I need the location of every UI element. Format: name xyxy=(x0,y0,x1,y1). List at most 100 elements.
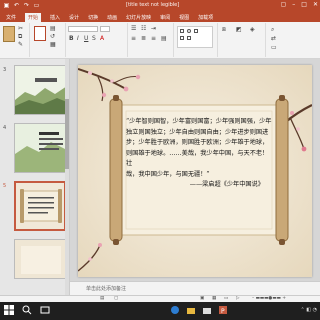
slide-number: 5 xyxy=(3,183,7,189)
justify-icon[interactable]: ▤ xyxy=(161,35,167,42)
slide-thumbnail[interactable] xyxy=(14,65,66,115)
drawing-group xyxy=(174,23,218,57)
title-bar: ▣ ↶ ↷ ▭ [title text not legible] ▢ – □ ✕ xyxy=(0,0,320,12)
poem-line: 独立则国独立；少年自由则国自由；少年进步则国进 xyxy=(126,128,269,136)
slide-thumbnail-selected[interactable] xyxy=(14,181,66,231)
close-icon[interactable]: ✕ xyxy=(313,1,318,8)
thumbnail-scroll-slide xyxy=(16,183,64,229)
select-icon[interactable]: ▭ xyxy=(271,44,277,51)
minimize-icon[interactable]: – xyxy=(292,1,295,8)
poem-line: 步；少年胜于欧洲，则国胜于欧洲；少年雄于地球， xyxy=(126,139,269,146)
tab-review[interactable]: 审阅 xyxy=(160,14,170,21)
paragraph-group: ☰ ☷ ⇥ ≡ ≣ ≡ ▤ xyxy=(128,23,174,57)
taskbar: ▤ ▢ ▣ ▦ ▭ ▷ – ▬▬▬●▬▬ + P ⌃ ◧ ◔ xyxy=(0,295,320,320)
file-explorer-icon[interactable] xyxy=(186,305,196,315)
notes-icon[interactable]: ▤ xyxy=(100,296,104,301)
current-slide[interactable]: “少年智则国智，少年富则国富；少年强则国强，少年 独立则国独立；少年自由则国自由… xyxy=(78,65,312,277)
numbering-icon[interactable]: ☷ xyxy=(141,25,146,32)
quick-styles-icon[interactable]: ◩ xyxy=(236,26,242,33)
line-shape-icon[interactable] xyxy=(180,36,184,40)
font-size-dropdown[interactable] xyxy=(100,26,110,32)
maximize-icon[interactable]: □ xyxy=(301,1,307,8)
font-name-dropdown[interactable] xyxy=(68,26,98,32)
font-group: B I U S A xyxy=(66,23,128,57)
replace-icon[interactable]: ⇄ xyxy=(271,35,276,42)
poem-text-box[interactable]: “少年智则国智，少年富则国富；少年强则国强，少年 独立则国独立；少年自由则国自由… xyxy=(124,117,274,221)
status-bar: ▤ ▢ ▣ ▦ ▭ ▷ – ▬▬▬●▬▬ + xyxy=(0,295,320,302)
undo-icon[interactable]: ↶ xyxy=(13,2,20,9)
normal-view-icon[interactable]: ▣ xyxy=(200,296,204,301)
align-right-icon[interactable]: ≡ xyxy=(151,35,156,42)
scrollbar-thumb[interactable] xyxy=(65,99,69,169)
paste-button[interactable] xyxy=(3,26,15,42)
window-controls: ▢ – □ ✕ xyxy=(281,1,318,8)
windows-start-icon[interactable] xyxy=(4,305,14,315)
align-left-icon[interactable]: ≡ xyxy=(131,35,136,42)
notes-placeholder: 单击此处添加备注 xyxy=(86,286,127,292)
reset-icon[interactable]: ↺ xyxy=(50,33,55,40)
quick-access-toolbar: ▣ ↶ ↷ ▭ xyxy=(3,2,40,9)
slide-thumbnail[interactable] xyxy=(14,239,66,279)
shapes-gallery[interactable] xyxy=(177,26,213,48)
copy-icon[interactable]: ⧉ xyxy=(18,33,22,41)
search-icon[interactable] xyxy=(22,305,32,315)
poem-line: 则国雄于地球。……美哉，我少年中国，与天不老！壮 xyxy=(126,149,269,168)
slideshow-view-icon[interactable]: ▷ xyxy=(236,296,239,301)
notes-pane[interactable]: 单击此处添加备注 xyxy=(70,281,320,295)
tab-addins[interactable]: 加载项 xyxy=(198,14,213,21)
underline-icon[interactable]: U xyxy=(84,35,88,42)
tab-home[interactable]: 开始 xyxy=(25,12,42,22)
rectangle-shape-icon[interactable] xyxy=(180,29,184,33)
oval-shape-icon[interactable] xyxy=(187,29,191,33)
tab-slideshow[interactable]: 幻灯片放映 xyxy=(126,14,151,21)
font-color-icon[interactable]: A xyxy=(100,35,104,42)
slide-thumbnail[interactable] xyxy=(14,123,66,173)
system-tray[interactable]: ⌃ ◧ ◔ xyxy=(301,307,317,313)
tab-file[interactable]: 文件 xyxy=(6,14,16,21)
align-center-icon[interactable]: ≣ xyxy=(141,35,146,42)
window-title: [title text not legible] xyxy=(126,2,180,8)
slide-number: 4 xyxy=(3,125,7,131)
ribbon-options-icon[interactable]: ▢ xyxy=(281,1,287,8)
italic-icon[interactable]: I xyxy=(77,35,79,42)
format-painter-icon[interactable]: ✎ xyxy=(18,41,23,48)
save-icon[interactable]: ▣ xyxy=(3,2,10,9)
indent-icon[interactable]: ⇥ xyxy=(151,25,156,32)
zoom-slider[interactable]: – ▬▬▬●▬▬ + xyxy=(252,296,286,301)
powerpoint-taskbar-icon[interactable]: P xyxy=(218,305,228,315)
tab-design[interactable]: 设计 xyxy=(69,14,79,21)
slides-group: ▤ ↺ ▦ xyxy=(30,23,66,57)
comments-icon[interactable]: ▢ xyxy=(114,296,118,301)
clipboard-group: ✂ ⧉ ✎ xyxy=(0,23,30,57)
arrow-shape-icon[interactable] xyxy=(187,36,191,40)
task-view-icon[interactable] xyxy=(40,305,50,315)
tab-transitions[interactable]: 切换 xyxy=(88,14,98,21)
shape-fill-icon[interactable]: ◈ xyxy=(250,26,255,33)
cut-icon[interactable]: ✂ xyxy=(18,25,23,32)
tab-view[interactable]: 视图 xyxy=(179,14,189,21)
present-icon[interactable]: ▭ xyxy=(33,2,40,9)
find-icon[interactable]: ⌕ xyxy=(271,26,274,34)
shadow-icon[interactable]: S xyxy=(92,35,96,42)
bold-icon[interactable]: B xyxy=(69,35,74,42)
reading-view-icon[interactable]: ▭ xyxy=(224,296,228,301)
new-slide-button[interactable] xyxy=(34,26,46,41)
poem-line: “少年智则国智，少年富则国富；少年强则国强，少年 xyxy=(126,118,272,125)
thumbnail-scrollbar[interactable] xyxy=(65,59,69,295)
bullets-icon[interactable]: ☰ xyxy=(131,25,136,32)
arrange-icon[interactable]: ⧈ xyxy=(222,26,226,34)
store-icon[interactable] xyxy=(202,305,212,315)
section-icon[interactable]: ▦ xyxy=(50,41,56,48)
redo-icon[interactable]: ↷ xyxy=(23,2,30,9)
tab-insert[interactable]: 插入 xyxy=(50,14,60,21)
svg-text:P: P xyxy=(221,308,225,315)
thumbnail-partial xyxy=(15,240,65,278)
thumbnail-landscape xyxy=(15,66,65,114)
sorter-view-icon[interactable]: ▦ xyxy=(212,296,216,301)
tab-animations[interactable]: 动画 xyxy=(107,14,117,21)
thumbnail-text-slide xyxy=(15,124,65,172)
layout-icon[interactable]: ▤ xyxy=(50,25,56,32)
edge-browser-icon[interactable] xyxy=(170,305,180,315)
slide-number: 3 xyxy=(3,67,7,73)
triangle-shape-icon[interactable] xyxy=(194,29,198,33)
